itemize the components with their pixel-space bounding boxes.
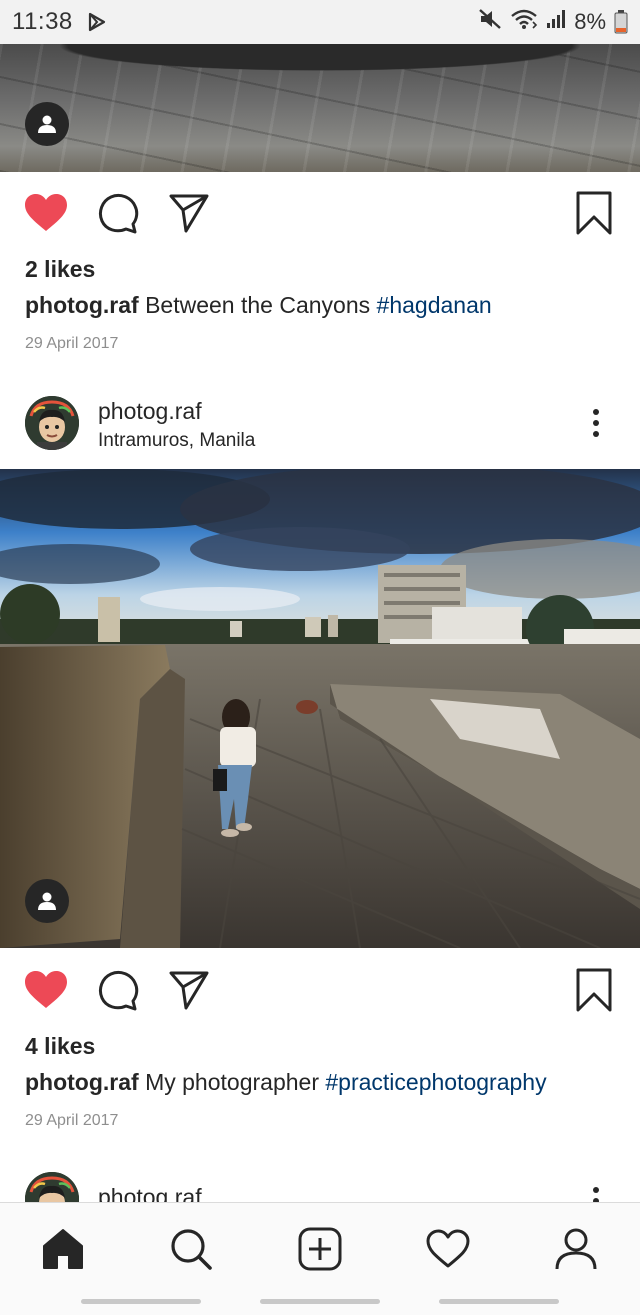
more-options-icon[interactable] (582, 1184, 610, 1202)
nav-gesture-home[interactable] (260, 1299, 380, 1304)
caption-text: Between the Canyons (145, 292, 371, 318)
likes-count[interactable]: 4 likes (25, 1033, 95, 1060)
post-header: photog.raf Intramuros, Manila (0, 386, 640, 456)
home-icon[interactable] (35, 1221, 91, 1277)
like-heart-icon[interactable] (23, 967, 69, 1013)
caption-hashtag[interactable]: #practicephotography (325, 1069, 546, 1095)
post-photo[interactable] (0, 469, 640, 948)
tagged-user-icon[interactable] (25, 879, 69, 923)
caption-hashtag[interactable]: #hagdanan (377, 292, 492, 318)
bookmark-icon[interactable] (571, 190, 617, 236)
new-post-icon[interactable] (292, 1221, 348, 1277)
caption-username[interactable]: photog.raf (25, 1069, 139, 1095)
avatar[interactable] (25, 1172, 79, 1202)
post-caption: photog.raf My photographer #practicephot… (25, 1069, 547, 1096)
signal-icon (546, 9, 566, 35)
share-icon[interactable] (166, 967, 212, 1013)
avatar[interactable] (25, 396, 79, 450)
wifi-icon (510, 8, 538, 36)
more-options-icon[interactable] (582, 406, 610, 440)
bottom-nav (0, 1202, 640, 1315)
post-username[interactable]: photog.raf (98, 1184, 202, 1202)
post-caption: photog.raf Between the Canyons #hagdanan (25, 292, 492, 319)
search-icon[interactable] (163, 1221, 219, 1277)
post-location[interactable]: Intramuros, Manila (98, 430, 255, 452)
post-header: photog.raf (0, 1170, 640, 1202)
status-time: 11:38 (12, 8, 73, 35)
post-username[interactable]: photog.raf (98, 398, 202, 425)
post-actions (0, 172, 640, 252)
comment-icon[interactable] (95, 190, 141, 236)
like-heart-icon[interactable] (23, 190, 69, 236)
caption-text: My photographer (145, 1069, 319, 1095)
caption-username[interactable]: photog.raf (25, 292, 139, 318)
nav-gesture-recents[interactable] (439, 1299, 559, 1304)
bookmark-icon[interactable] (571, 967, 617, 1013)
comment-icon[interactable] (95, 967, 141, 1013)
nav-gesture-back[interactable] (81, 1299, 201, 1304)
post-photo[interactable] (0, 44, 640, 172)
post-date: 29 April 2017 (25, 1112, 119, 1129)
battery-level: 8% (574, 9, 606, 34)
battery-icon (614, 10, 628, 34)
tagged-user-icon[interactable] (25, 102, 69, 146)
likes-count[interactable]: 2 likes (25, 256, 95, 283)
play-icon (87, 12, 107, 32)
activity-icon[interactable] (420, 1221, 476, 1277)
status-icons: 8% (478, 8, 628, 36)
profile-icon[interactable] (548, 1221, 604, 1277)
post-date: 29 April 2017 (25, 335, 119, 352)
status-bar: 11:38 8% (0, 0, 640, 44)
share-icon[interactable] (166, 190, 212, 236)
mute-icon (478, 8, 502, 36)
post-actions (0, 949, 640, 1029)
